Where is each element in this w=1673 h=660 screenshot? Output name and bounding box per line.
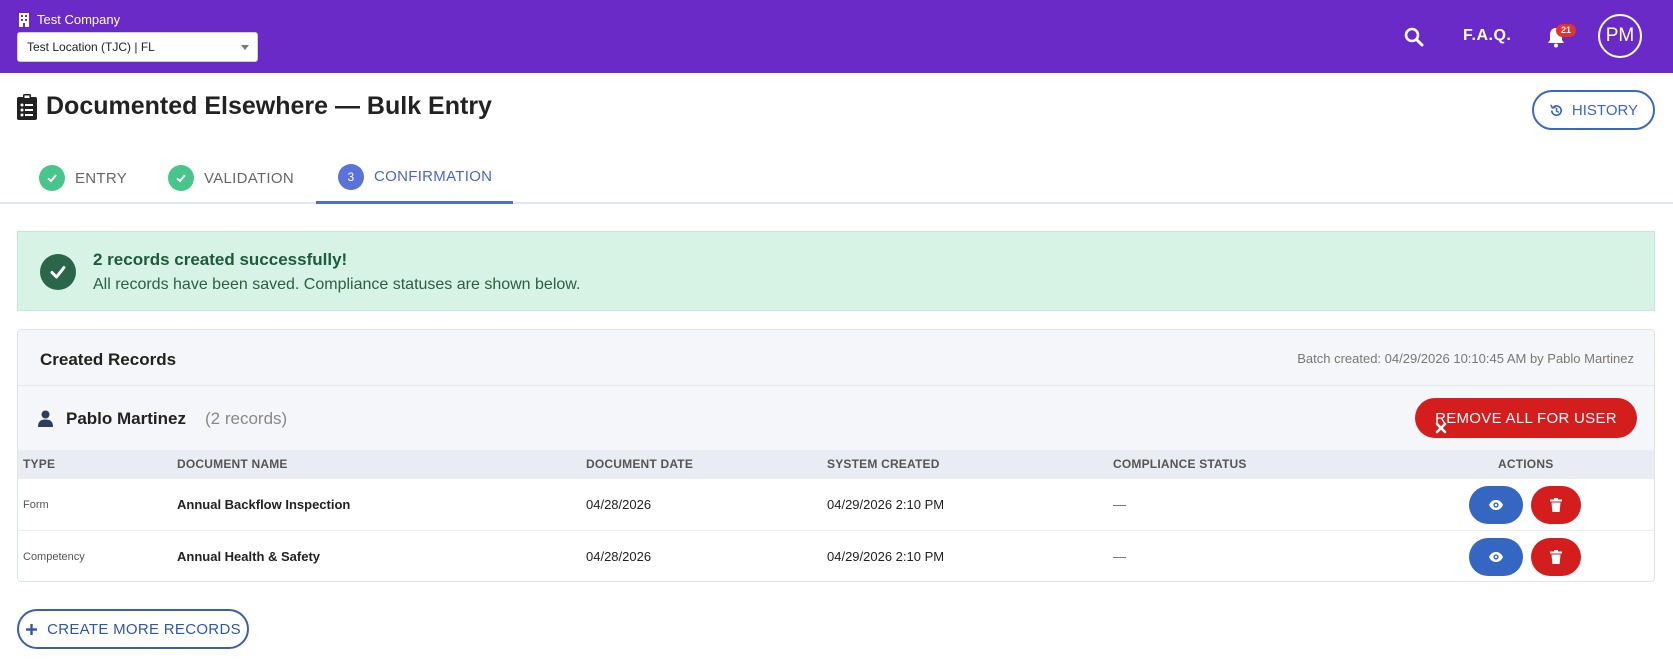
check-icon [168,165,194,191]
delete-record-button[interactable] [1531,486,1581,524]
history-button-label: HISTORY [1571,101,1639,119]
column-header-document-date: DOCUMENT DATE [586,457,694,471]
clipboard-list-icon [17,93,37,120]
user-record-count: (2 records) [205,409,288,428]
trash-icon [1550,498,1562,512]
row-type: Competency [23,551,85,563]
column-header-actions: ACTIONS [1498,457,1554,471]
remove-all-label: REMOVE ALL FOR USER [1435,409,1617,427]
close-icon [1435,422,1447,434]
location-select[interactable]: Test Location (TJC) | FL [17,32,258,62]
step-validation[interactable]: VALIDATION [168,152,294,204]
remove-all-for-user-button[interactable]: REMOVE ALL FOR USER [1415,398,1637,438]
search-button[interactable] [1403,26,1425,48]
column-header-type: TYPE [23,457,56,471]
column-header-document-name: DOCUMENT NAME [177,457,288,471]
caret-down-icon [241,45,249,50]
batch-info: Batch created: 04/29/2026 10:10:45 AM by… [1297,351,1634,366]
building-icon [19,12,29,27]
create-more-label: CREATE MORE RECORDS [47,620,241,638]
history-icon [1550,104,1562,116]
row-document-date: 04/28/2026 [586,549,652,564]
row-system-created: 04/29/2026 2:10 PM [827,497,945,512]
view-record-button[interactable] [1469,486,1523,524]
step-number-badge: 3 [338,163,364,190]
location-select-value: Test Location (TJC) | FL [27,40,155,54]
step-entry-label: ENTRY [75,169,128,187]
delete-record-button[interactable] [1531,538,1581,576]
plus-icon [26,623,38,635]
table-row: Competency Annual Health & Safety 04/28/… [18,531,1654,581]
row-compliance-status: — [1113,497,1126,512]
column-header-system-created: SYSTEM CREATED [827,457,940,471]
page-title-row: Documented Elsewhere — Bulk Entry [17,92,492,121]
page-title: Documented Elsewhere — Bulk Entry [46,92,492,120]
eye-icon [1489,552,1503,562]
notification-count-badge: 21 [1556,24,1576,37]
row-type: Form [23,499,49,511]
row-document-name: Annual Backflow Inspection [177,497,351,512]
card-title: Created Records [40,350,177,369]
created-records-card: Created Records Batch created: 04/29/202… [17,329,1655,582]
view-record-button[interactable] [1469,538,1523,576]
column-header-compliance-status: COMPLIANCE STATUS [1113,457,1247,471]
step-confirmation[interactable]: 3 CONFIRMATION [316,152,514,204]
trash-icon [1550,550,1562,564]
step-entry[interactable]: ENTRY [39,152,127,204]
user-avatar[interactable]: PM [1598,14,1642,58]
row-document-name: Annual Health & Safety [177,549,321,564]
success-alert: 2 records created successfully! All reco… [17,231,1655,311]
row-document-date: 04/28/2026 [586,497,652,512]
create-more-records-button[interactable]: CREATE MORE RECORDS [17,609,249,649]
row-compliance-status: — [1113,549,1126,564]
company-label: Test Company [18,12,120,27]
faq-link[interactable]: F.A.Q. [1463,27,1511,45]
user-group-header: Pablo Martinez (2 records) REMOVE ALL FO… [18,386,1654,450]
stepper: ENTRY VALIDATION 3 CONFIRMATION [0,152,1673,204]
user-name: Pablo Martinez [66,409,186,428]
table-row: Form Annual Backflow Inspection 04/28/20… [18,479,1654,531]
card-header: Created Records Batch created: 04/29/202… [18,330,1654,386]
search-icon [1404,27,1424,47]
history-button[interactable]: HISTORY [1532,90,1655,130]
step-confirmation-label: CONFIRMATION [374,168,493,185]
check-circle-icon [40,254,76,290]
table-header: TYPE DOCUMENT NAME DOCUMENT DATE SYSTEM … [18,450,1654,479]
check-icon [39,165,65,191]
step-validation-label: VALIDATION [204,169,294,187]
company-name: Test Company [37,12,121,27]
row-system-created: 04/29/2026 2:10 PM [827,549,945,564]
alert-message: All records have been saved. Compliance … [93,276,581,293]
eye-icon [1489,500,1503,510]
user-icon [38,410,53,427]
alert-title: 2 records created successfully! [93,250,348,269]
top-navigation-bar: Test Company Test Location (TJC) | FL F.… [0,0,1673,73]
